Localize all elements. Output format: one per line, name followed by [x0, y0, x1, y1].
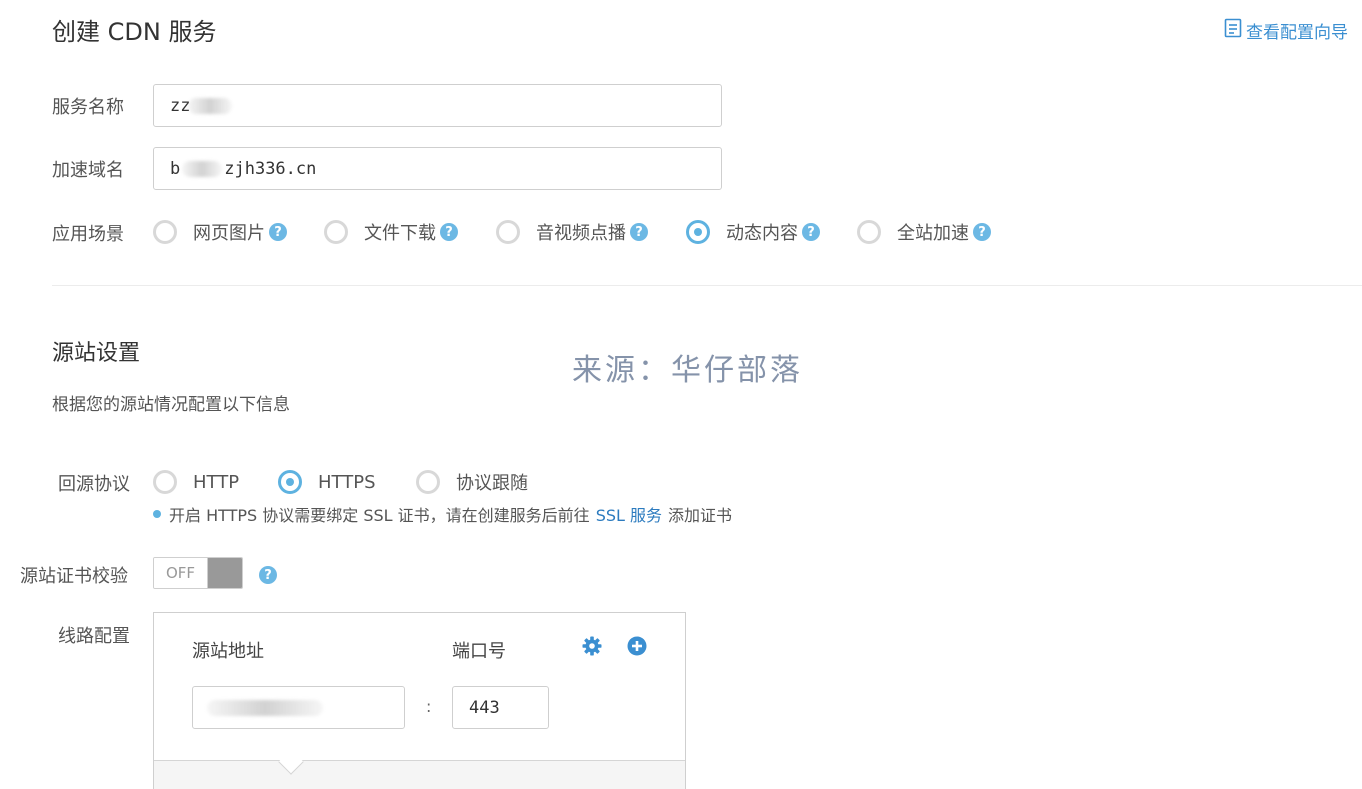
ssl-hint-text: 开启 HTTPS 协议需要绑定 SSL 证书，请在创建服务后前往 — [169, 506, 590, 525]
scenario-option-file-download[interactable]: 文件下载 ? — [324, 219, 496, 245]
bullet-dot — [153, 510, 161, 518]
service-name-value: zz — [170, 95, 191, 116]
service-name-label: 服务名称 — [52, 97, 124, 118]
radio-button[interactable] — [416, 470, 440, 494]
section-divider — [52, 285, 1362, 286]
add-circle-icon[interactable] — [626, 635, 648, 657]
domain-input[interactable]: b zjh336.cn — [153, 147, 722, 190]
help-icon[interactable]: ? — [973, 223, 991, 241]
protocol-option-https[interactable]: HTTPS — [278, 470, 416, 494]
origin-address-label: 源站地址 — [192, 641, 264, 662]
scenario-option-label: 全站加速 — [897, 223, 969, 244]
radio-button[interactable] — [153, 220, 177, 244]
scenario-radio-group: 网页图片 ? 文件下载 ? 音视频点播 ? 动态内容 ? 全站加速 ? — [153, 219, 991, 245]
protocol-option-label: HTTP — [193, 471, 240, 493]
config-guide-label: 查看配置向导 — [1246, 23, 1348, 43]
watermark: 来源：华仔部落 — [572, 353, 803, 388]
scenario-label: 应用场景 — [52, 224, 124, 245]
domain-value-suffix: zjh336.cn — [224, 158, 317, 179]
radio-button[interactable] — [153, 470, 177, 494]
port-label: 端口号 — [452, 641, 506, 662]
address-port-separator: : — [426, 697, 432, 716]
origin-section-description: 根据您的源站情况配置以下信息 — [52, 395, 290, 415]
port-value: 443 — [469, 697, 500, 718]
protocol-label: 回源协议 — [58, 474, 130, 495]
ssl-hint-text-end: 添加证书 — [668, 506, 733, 525]
scenario-option-label: 网页图片 — [193, 223, 265, 244]
domain-value-prefix: b — [170, 158, 181, 179]
protocol-option-follow[interactable]: 协议跟随 — [416, 469, 528, 495]
radio-button-selected[interactable] — [686, 220, 710, 244]
radio-button[interactable] — [857, 220, 881, 244]
ssl-hint: 开启 HTTPS 协议需要绑定 SSL 证书，请在创建服务后前往 SSL 服务 … — [153, 502, 732, 526]
cert-check-label: 源站证书校验 — [20, 566, 128, 587]
radio-button-selected[interactable] — [278, 470, 302, 494]
route-panel-footer — [154, 760, 685, 789]
help-icon[interactable]: ? — [269, 223, 287, 241]
scenario-option-full-site[interactable]: 全站加速 ? — [857, 219, 991, 245]
origin-address-input[interactable] — [192, 686, 405, 729]
protocol-option-label: 协议跟随 — [456, 473, 528, 494]
scenario-option-web-image[interactable]: 网页图片 ? — [153, 219, 324, 245]
cert-check-toggle[interactable]: OFF — [153, 557, 243, 589]
protocol-option-label: HTTPS — [318, 471, 376, 493]
ssl-service-link[interactable]: SSL 服务 — [596, 502, 662, 526]
redacted-blur — [207, 699, 323, 716]
scenario-option-vod[interactable]: 音视频点播 ? — [496, 219, 686, 245]
domain-label: 加速域名 — [52, 160, 124, 181]
radio-button[interactable] — [496, 220, 520, 244]
protocol-option-http[interactable]: HTTP — [153, 470, 278, 494]
help-icon[interactable]: ? — [630, 223, 648, 241]
page-title: 创建 CDN 服务 — [52, 18, 217, 46]
gear-icon[interactable] — [581, 635, 603, 657]
origin-section-title: 源站设置 — [52, 341, 141, 366]
document-icon — [1224, 18, 1242, 43]
toggle-off-label: OFF — [154, 558, 208, 588]
port-input[interactable]: 443 — [452, 686, 549, 729]
help-icon[interactable]: ? — [802, 223, 820, 241]
help-icon[interactable]: ? — [259, 566, 277, 584]
route-config-label: 线路配置 — [58, 626, 130, 647]
help-icon[interactable]: ? — [440, 223, 458, 241]
redacted-blur — [182, 160, 223, 177]
scenario-option-label: 动态内容 — [726, 223, 798, 244]
route-config-panel: 源站地址 端口号 : 443 — [153, 612, 686, 789]
protocol-radio-group: HTTP HTTPS 协议跟随 — [153, 469, 528, 495]
toggle-knob — [208, 558, 242, 588]
scenario-option-dynamic[interactable]: 动态内容 ? — [686, 219, 857, 245]
redacted-blur — [188, 97, 233, 114]
service-name-input[interactable]: zz — [153, 84, 722, 127]
config-guide-link[interactable]: 查看配置向导 — [1224, 18, 1348, 43]
radio-button[interactable] — [324, 220, 348, 244]
scenario-option-label: 音视频点播 — [536, 223, 626, 244]
scenario-option-label: 文件下载 — [364, 223, 436, 244]
